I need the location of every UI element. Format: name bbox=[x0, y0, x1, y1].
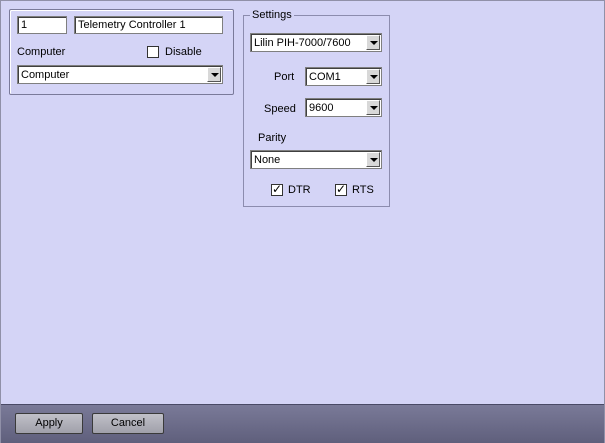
port-select[interactable]: COM1 bbox=[305, 67, 382, 86]
rts-checkbox[interactable] bbox=[335, 182, 347, 196]
chevron-down-icon[interactable] bbox=[366, 152, 380, 167]
footer-bar: Apply Cancel bbox=[1, 404, 604, 443]
chevron-down-icon[interactable] bbox=[207, 67, 221, 82]
name-field[interactable]: Telemetry Controller 1 bbox=[74, 16, 223, 34]
port-select-value: COM1 bbox=[309, 71, 341, 83]
parity-select-value: None bbox=[254, 154, 281, 166]
settings-window: 1 Telemetry Controller 1 Computer Disabl… bbox=[0, 0, 605, 443]
rts-label: RTS bbox=[352, 184, 374, 196]
chevron-down-icon[interactable] bbox=[366, 69, 380, 84]
model-select-value: Lilin PIH-7000/7600 bbox=[254, 37, 351, 49]
speed-select[interactable]: 9600 bbox=[305, 98, 382, 117]
apply-button[interactable]: Apply bbox=[15, 413, 83, 434]
cancel-button[interactable]: Cancel bbox=[92, 413, 164, 434]
parity-label: Parity bbox=[258, 132, 287, 144]
model-select[interactable]: Lilin PIH-7000/7600 bbox=[250, 33, 382, 52]
dtr-checkbox[interactable] bbox=[271, 182, 283, 196]
settings-title: Settings bbox=[250, 9, 294, 21]
id-field[interactable]: 1 bbox=[17, 16, 67, 34]
chevron-down-icon[interactable] bbox=[366, 100, 380, 115]
computer-label: Computer bbox=[17, 46, 66, 58]
parity-select[interactable]: None bbox=[250, 150, 382, 169]
computer-select-value: Computer bbox=[21, 69, 70, 81]
speed-select-value: 9600 bbox=[309, 102, 334, 114]
object-panel: 1 Telemetry Controller 1 Computer Disabl… bbox=[9, 9, 234, 95]
disable-label: Disable bbox=[165, 46, 202, 58]
name-field-value: Telemetry Controller 1 bbox=[78, 19, 186, 31]
speed-label: Speed bbox=[264, 103, 296, 115]
dtr-label: DTR bbox=[288, 184, 311, 196]
port-label: Port bbox=[274, 71, 295, 83]
id-field-value: 1 bbox=[21, 19, 28, 31]
computer-select[interactable]: Computer bbox=[17, 65, 223, 84]
disable-checkbox[interactable] bbox=[147, 46, 159, 58]
chevron-down-icon[interactable] bbox=[366, 35, 380, 50]
